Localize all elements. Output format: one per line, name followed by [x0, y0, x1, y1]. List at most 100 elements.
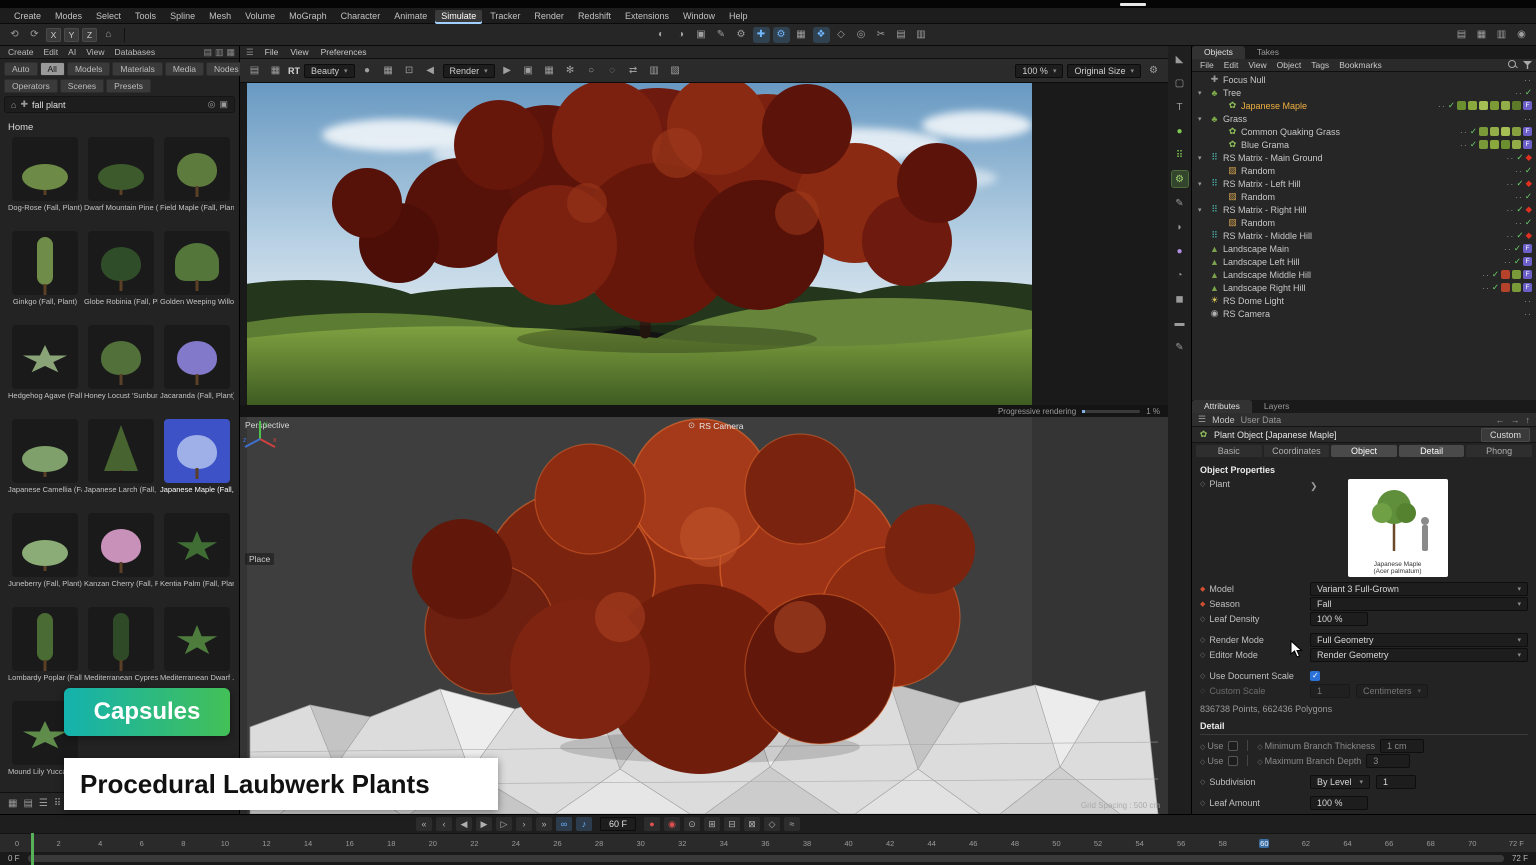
material-chip[interactable] [1457, 101, 1466, 110]
menu-item[interactable]: Character [335, 10, 387, 22]
timeline-tick[interactable]: 40 [844, 839, 854, 848]
category-tab[interactable]: Phong [1466, 445, 1532, 457]
timeline-tick[interactable]: 28 [594, 839, 604, 848]
material-chip[interactable] [1501, 270, 1510, 279]
panel-tab[interactable]: Objects [1192, 46, 1245, 59]
enabled-check-icon[interactable] [1514, 256, 1521, 267]
redshift-tag-icon[interactable] [1525, 178, 1532, 189]
render-toolbar-icon[interactable]: ● [359, 63, 376, 79]
visibility-dots[interactable] [1506, 231, 1514, 241]
side-tool-icon[interactable]: ◗ [1171, 218, 1189, 236]
filter-tab[interactable]: All [40, 62, 65, 76]
object-tree-row[interactable]: Grass F [1192, 112, 1536, 125]
toolbar-icon[interactable]: X [46, 28, 61, 42]
timeline-tick[interactable]: 0 [12, 839, 22, 848]
timeline-ruler[interactable]: 0246810121416182022242628303234363840424… [0, 833, 1536, 852]
toolbar-icon[interactable]: ◑ [673, 27, 690, 43]
plant-thumb-image[interactable] [164, 419, 230, 483]
side-tool-icon[interactable]: ⠿ [1171, 146, 1189, 164]
menu-item[interactable]: Bookmarks [1335, 60, 1386, 70]
object-tree-row[interactable]: Random F [1192, 164, 1536, 177]
menu-item[interactable]: Edit [40, 47, 63, 57]
transport-button[interactable]: ▷ [496, 817, 512, 831]
layout-icon[interactable]: ◉ [1513, 27, 1530, 43]
side-tool-icon[interactable]: ● [1171, 122, 1189, 140]
object-label[interactable]: Grass [1223, 114, 1247, 124]
transport-button[interactable]: › [516, 817, 532, 831]
expand-arrow-icon[interactable]: ❯ [1310, 481, 1318, 492]
menu-item[interactable]: File [1196, 60, 1218, 70]
visibility-dots[interactable] [1506, 153, 1514, 163]
timeline-scrollbar[interactable]: 0 F 72 F [0, 852, 1536, 865]
object-label[interactable]: Landscape Right Hill [1223, 283, 1306, 293]
toolbar-icon[interactable]: ✂ [873, 27, 890, 43]
object-tree-row[interactable]: RS Dome Light F [1192, 294, 1536, 307]
menu-item[interactable]: Modes [49, 10, 88, 22]
record-button[interactable]: ◇ [764, 817, 780, 831]
object-label[interactable]: Common Quaking Grass [1241, 127, 1340, 137]
panel-tab[interactable]: Takes [1245, 46, 1291, 59]
menu-item[interactable]: Animate [388, 10, 433, 22]
material-chip[interactable] [1501, 140, 1510, 149]
timeline-tick[interactable]: 16 [345, 839, 355, 848]
object-label[interactable]: Random [1241, 166, 1275, 176]
render-toolbar-icon[interactable]: ▤ [246, 63, 263, 79]
toolbar-icon[interactable]: ▦ [793, 27, 810, 43]
toolbar-icon[interactable]: ⚙ [733, 27, 750, 43]
timeline-tick[interactable]: 56 [1176, 839, 1186, 848]
user-data-button[interactable]: User Data [1241, 415, 1282, 425]
menu-item[interactable]: View [82, 47, 108, 57]
timeline-tick[interactable]: 20 [428, 839, 438, 848]
menu-item[interactable]: Extensions [619, 10, 675, 22]
transport-button[interactable]: ▶ [476, 817, 492, 831]
transport-button[interactable]: ∞ [556, 817, 572, 831]
toolbar-icon[interactable]: ✚ [753, 27, 770, 43]
view-mode-icon[interactable]: ▦ [8, 798, 17, 809]
object-label[interactable]: RS Matrix - Right Hill [1223, 205, 1307, 215]
panel-tab[interactable]: Layers [1252, 400, 1302, 413]
timeline-tick[interactable]: 26 [553, 839, 563, 848]
expander-icon[interactable] [1198, 180, 1206, 188]
plant-thumb-image[interactable] [12, 137, 78, 201]
object-label[interactable]: RS Matrix - Left Hill [1223, 179, 1301, 189]
material-chip[interactable] [1512, 283, 1521, 292]
material-chip[interactable] [1479, 127, 1488, 136]
timeline-scroll-track[interactable] [28, 855, 1504, 862]
visibility-dots[interactable] [1515, 88, 1523, 98]
custom-scale-field[interactable]: 1 [1310, 684, 1350, 698]
toolbar-icon[interactable]: ◐ [653, 27, 670, 43]
object-label[interactable]: Landscape Left Hill [1223, 257, 1300, 267]
visibility-dots[interactable] [1504, 244, 1512, 254]
toolbar-icon[interactable]: Y [64, 28, 79, 42]
enabled-check-icon[interactable] [1525, 191, 1532, 202]
menu-item[interactable]: MoGraph [283, 10, 333, 22]
timeline-tick[interactable]: 72 F [1509, 839, 1524, 848]
render-toolbar-icon[interactable]: ▣ [520, 63, 537, 79]
redshift-tag-icon[interactable] [1525, 204, 1532, 215]
object-label[interactable]: Random [1241, 218, 1275, 228]
toolbar-icon[interactable]: Z [82, 28, 97, 42]
field-tag-badge[interactable]: F [1523, 127, 1532, 136]
field-tag-badge[interactable]: F [1523, 140, 1532, 149]
plant-thumbnail[interactable]: Jacaranda (Fall, Plant) [160, 325, 234, 417]
side-tool-icon[interactable]: ✎ [1171, 338, 1189, 356]
plant-thumb-image[interactable] [164, 137, 230, 201]
menu-item[interactable]: Create [4, 47, 38, 57]
material-chip[interactable] [1501, 283, 1510, 292]
search-icon[interactable] [1508, 60, 1518, 70]
filter-tab[interactable]: Materials [112, 62, 162, 76]
max-depth-field[interactable]: 3 [1366, 754, 1410, 768]
toolbar-icon[interactable]: ◎ [853, 27, 870, 43]
visibility-dots[interactable] [1504, 257, 1512, 267]
menu-item[interactable]: File [260, 47, 284, 57]
material-chip[interactable] [1479, 101, 1488, 110]
material-chip[interactable] [1468, 101, 1477, 110]
visibility-dots[interactable] [1506, 205, 1514, 215]
side-tool-icon[interactable]: ◣ [1171, 50, 1189, 68]
toolbar-icon[interactable]: ❖ [813, 27, 830, 43]
visibility-dots[interactable] [1515, 218, 1523, 228]
plant-thumbnail[interactable]: Ginkgo (Fall, Plant) [8, 231, 82, 323]
plant-thumb-image[interactable] [88, 231, 154, 295]
plant-thumbnail[interactable]: Kentia Palm (Fall, Plant) [160, 513, 234, 605]
view-mode-icon[interactable]: ▤ [23, 798, 32, 809]
